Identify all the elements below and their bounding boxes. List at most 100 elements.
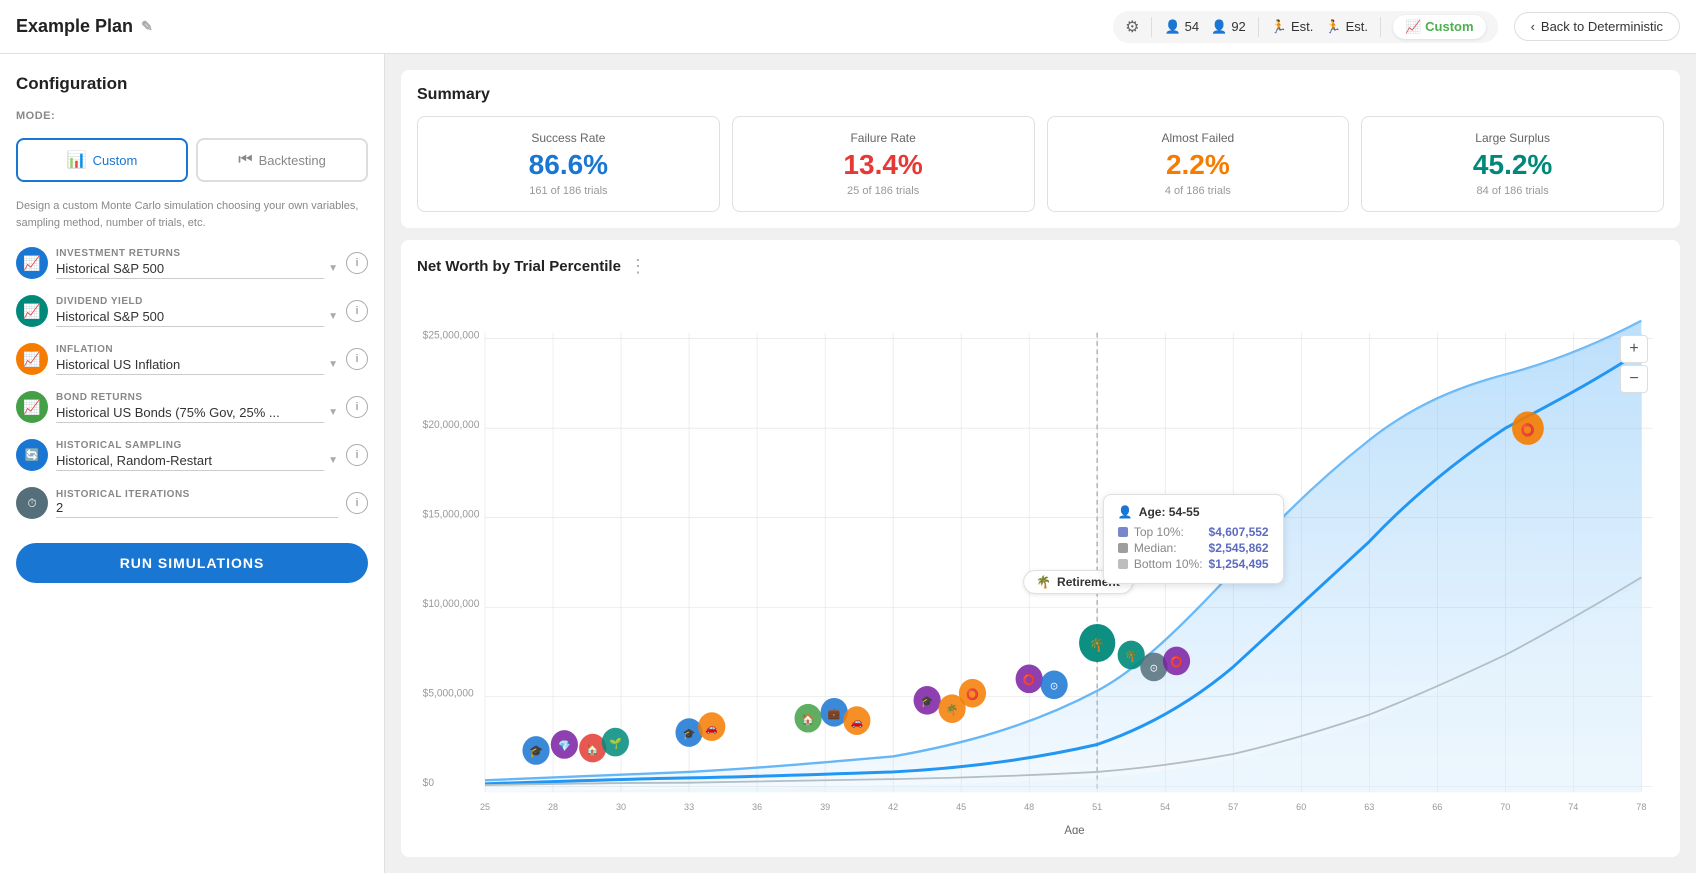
est2-label: Est. [1346,19,1368,34]
success-rate-label: Success Rate [531,131,605,145]
dividend-yield-label: DIVIDEND YIELD [56,296,338,307]
zoom-out-button[interactable]: − [1620,365,1648,393]
sidebar: Configuration MODE: 📊 Custom ⏮ Backtesti… [0,54,385,873]
svg-text:25: 25 [480,802,490,812]
svg-text:💼: 💼 [828,708,841,720]
failure-rate-sub: 25 of 186 trials [847,185,919,197]
svg-text:70: 70 [1500,802,1510,812]
median-value: $2,545,862 [1209,541,1269,555]
zoom-in-button[interactable]: + [1620,335,1648,363]
historical-iterations-block: HISTORICAL ITERATIONS 2 [56,489,338,518]
svg-text:63: 63 [1364,802,1374,812]
svg-text:$5,000,000: $5,000,000 [423,689,474,700]
svg-text:💎: 💎 [558,740,571,752]
est1-label: Est. [1291,19,1313,34]
svg-text:48: 48 [1024,802,1034,812]
topbar-center: ⚙ 👤 54 👤 92 🏃 Est. 🏃 Est. 📈 Custom [1113,11,1497,43]
svg-text:⊙: ⊙ [1050,681,1059,692]
bond-returns-row: 📈 BOND RETURNS Historical US Bonds (75% … [16,391,368,423]
bottom10-value: $1,254,495 [1209,557,1269,571]
chart-menu-icon[interactable]: ⋮ [629,256,647,277]
gear-icon[interactable]: ⚙ [1125,17,1139,37]
svg-text:30: 30 [616,802,626,812]
historical-iterations-info[interactable]: i [346,492,368,514]
svg-text:Age: Age [1064,824,1084,834]
svg-text:⭕: ⭕ [966,688,979,701]
historical-sampling-info[interactable]: i [346,444,368,466]
investment-returns-icon: 📈 [16,247,48,279]
main-layout: Configuration MODE: 📊 Custom ⏮ Backtesti… [0,54,1696,873]
investment-returns-block: INVESTMENT RETURNS Historical S&P 500 ▼ [56,248,338,279]
custom-desc: Design a custom Monte Carlo simulation c… [16,198,368,231]
investment-returns-select-row: Historical S&P 500 ▼ [56,259,338,279]
historical-sampling-arrow: ▼ [328,455,338,466]
summary-section: Summary Success Rate 86.6% 161 of 186 tr… [401,70,1680,228]
svg-text:78: 78 [1636,802,1646,812]
svg-text:51: 51 [1092,802,1102,812]
historical-iterations-value: 2 [56,500,63,515]
chart-area: $0 $5,000,000 $10,000,000 $15,000,000 $2… [417,285,1664,834]
svg-text:⭕: ⭕ [1170,655,1183,668]
inflation-select[interactable]: Historical US Inflation [56,355,324,375]
svg-text:60: 60 [1296,802,1306,812]
inflation-info[interactable]: i [346,348,368,370]
retirement-icon: 🌴 [1036,575,1051,589]
dividend-yield-row: 📈 DIVIDEND YIELD Historical S&P 500 ▼ i [16,295,368,327]
person2-icon: 👤 [1211,19,1227,35]
edit-icon[interactable]: ✎ [141,18,153,35]
almost-failed-sub: 4 of 186 trials [1165,185,1231,197]
svg-text:🌴: 🌴 [946,703,959,716]
chart-zoom-controls: + − [1620,335,1648,393]
divider2 [1258,17,1259,37]
svg-text:54: 54 [1160,802,1170,812]
bond-returns-info[interactable]: i [346,396,368,418]
investment-returns-select[interactable]: Historical S&P 500 [56,259,324,279]
backtesting-mode-button[interactable]: ⏮ Backtesting [196,138,368,182]
dividend-yield-select[interactable]: Historical S&P 500 [56,307,324,327]
chart-svg: $0 $5,000,000 $10,000,000 $15,000,000 $2… [417,285,1664,834]
dividend-yield-info[interactable]: i [346,300,368,322]
est2-item[interactable]: 🏃 Est. [1325,19,1368,35]
chart-section: Net Worth by Trial Percentile ⋮ [401,240,1680,857]
mode-label: MODE: [16,110,368,122]
failure-rate-label: Failure Rate [850,131,915,145]
custom-tab[interactable]: 📈 Custom [1393,15,1486,39]
bottom10-dot [1118,559,1128,569]
mode-buttons: 📊 Custom ⏮ Backtesting [16,138,368,182]
chart-header: Net Worth by Trial Percentile ⋮ [417,256,1664,277]
large-surplus-sub: 84 of 186 trials [1477,185,1549,197]
svg-text:$15,000,000: $15,000,000 [423,510,480,521]
almost-failed-value: 2.2% [1166,149,1230,181]
summary-title: Summary [417,86,1664,104]
top10-label: Top 10%: [1134,525,1184,539]
investment-returns-row: 📈 INVESTMENT RETURNS Historical S&P 500 … [16,247,368,279]
custom-mode-button[interactable]: 📊 Custom [16,138,188,182]
inflation-arrow: ▼ [328,359,338,370]
tooltip-person-icon: 👤 [1118,505,1133,519]
est1-item[interactable]: 🏃 Est. [1271,19,1314,35]
historical-sampling-select[interactable]: Historical, Random-Restart [56,451,324,471]
svg-text:36: 36 [752,802,762,812]
historical-sampling-row: 🔄 HISTORICAL SAMPLING Historical, Random… [16,439,368,471]
historical-iterations-icon: ⏱ [16,487,48,519]
investment-returns-info[interactable]: i [346,252,368,274]
svg-text:🌴: 🌴 [1089,637,1105,652]
svg-text:$10,000,000: $10,000,000 [423,599,480,610]
almost-failed-label: Almost Failed [1162,131,1235,145]
bond-returns-arrow: ▼ [328,407,338,418]
bond-returns-select[interactable]: Historical US Bonds (75% Gov, 25% ... [56,403,324,423]
historical-iterations-row: ⏱ HISTORICAL ITERATIONS 2 i [16,487,368,519]
bond-returns-label: BOND RETURNS [56,392,338,403]
svg-text:🎓: 🎓 [921,696,934,708]
bond-returns-icon: 📈 [16,391,48,423]
back-chevron-icon: ‹ [1531,19,1535,34]
custom-mode-icon: 📊 [67,150,87,170]
svg-text:39: 39 [820,802,830,812]
backtesting-mode-icon: ⏮ [238,151,252,169]
back-to-deterministic-button[interactable]: ‹ Back to Deterministic [1514,12,1680,41]
run-simulations-button[interactable]: RUN SIMULATIONS [16,543,368,583]
chart-tooltip: 👤 Age: 54-55 Top 10%: $4,607,552 Median:… [1103,494,1284,584]
custom-mode-label: Custom [93,153,138,168]
investment-returns-arrow: ▼ [328,263,338,274]
person2-count: 92 [1231,19,1245,34]
